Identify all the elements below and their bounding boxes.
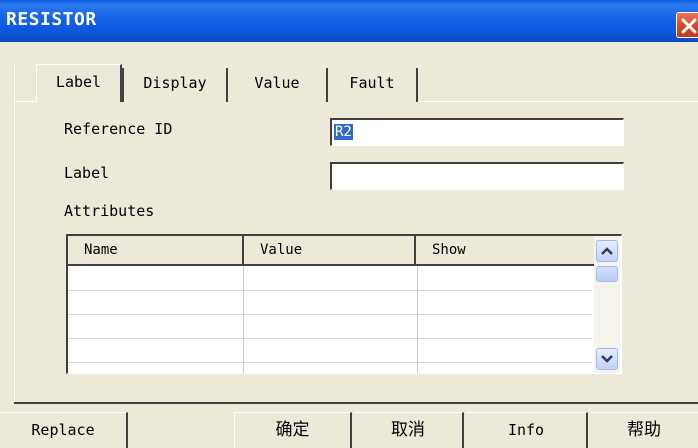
label-field[interactable] (330, 162, 624, 190)
grid-line (243, 266, 244, 374)
column-header-name[interactable]: Name (68, 236, 244, 266)
resistor-dialog: RESISTOR Label Display Value Fault Refer… (0, 0, 698, 448)
grid-line (68, 338, 592, 339)
column-header-value[interactable]: Value (244, 236, 416, 266)
tab-fault[interactable]: Fault (328, 68, 418, 102)
scroll-down-button[interactable] (596, 348, 618, 370)
attributes-table[interactable]: Name Value Show (66, 234, 622, 374)
window-title: RESISTOR (6, 9, 97, 30)
grid-line (68, 362, 592, 363)
chevron-down-icon (601, 355, 613, 363)
reference-id-label: Reference ID (64, 120, 173, 138)
grid-line (68, 314, 592, 315)
help-button[interactable]: 帮助 (590, 412, 698, 448)
column-header-show[interactable]: Show (416, 236, 594, 266)
attributes-label: Attributes (64, 202, 155, 220)
reference-id-field[interactable]: R2 (330, 118, 624, 146)
tab-display[interactable]: Display (122, 68, 228, 102)
grid-line (68, 290, 592, 291)
tab-panel-bottom-edge (14, 402, 698, 404)
title-bar[interactable]: RESISTOR (0, 0, 698, 42)
table-scrollbar[interactable] (594, 236, 620, 373)
tab-label[interactable]: Label (36, 64, 122, 102)
ok-button[interactable]: 确定 (234, 412, 352, 448)
chevron-up-icon (601, 247, 613, 255)
tab-value[interactable]: Value (228, 68, 328, 102)
tab-panel-border (14, 64, 15, 404)
close-icon (681, 18, 697, 34)
grid-line (417, 266, 418, 374)
reference-id-value: R2 (334, 124, 353, 140)
cancel-button[interactable]: 取消 (354, 412, 464, 448)
scroll-thumb[interactable] (596, 266, 618, 282)
close-button[interactable] (676, 12, 698, 38)
replace-button[interactable]: Replace (0, 412, 128, 448)
scroll-up-button[interactable] (596, 240, 618, 262)
info-button[interactable]: Info (466, 412, 588, 448)
label-field-label: Label (64, 164, 110, 182)
